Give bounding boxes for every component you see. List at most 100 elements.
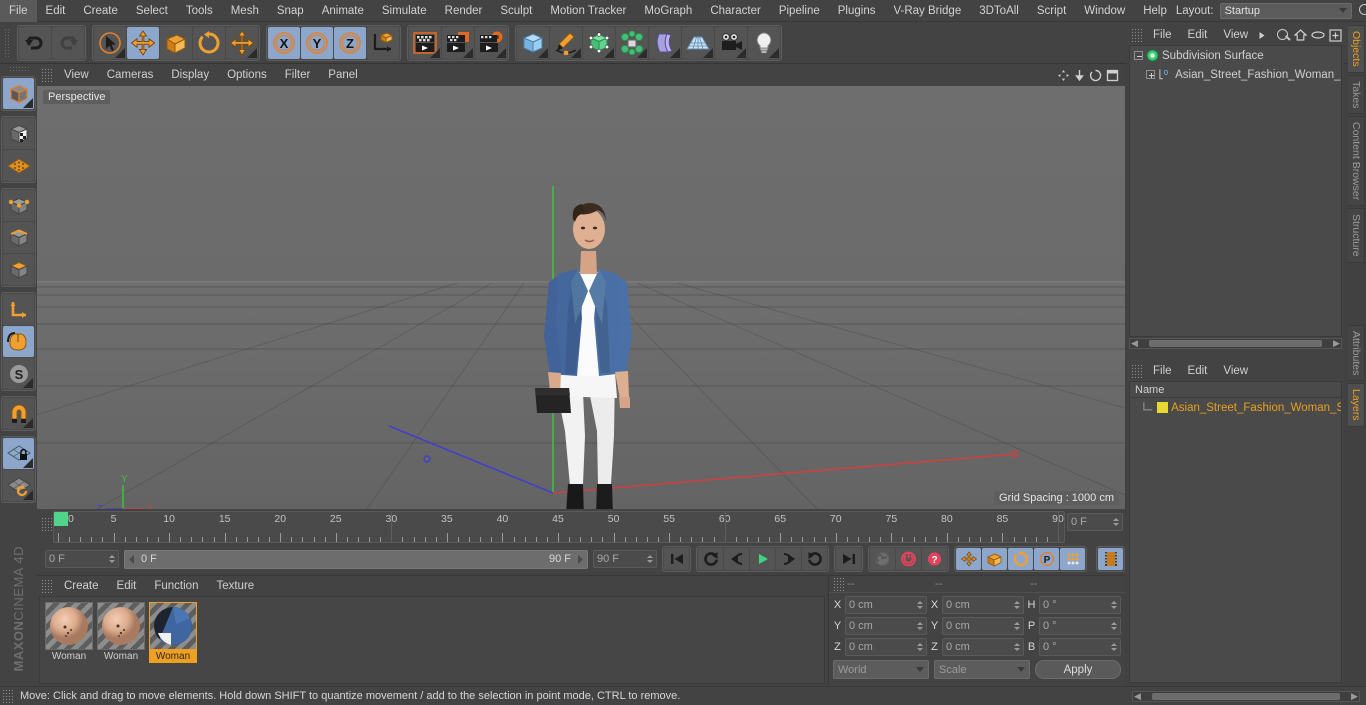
material-list[interactable]: Woman Woman Woman <box>39 596 825 684</box>
menu-item-script[interactable]: Script <box>1028 0 1075 22</box>
menu-item-snap[interactable]: Snap <box>268 0 313 22</box>
add-light-button[interactable] <box>748 26 780 59</box>
object-menu-view[interactable]: View <box>1215 25 1256 45</box>
texture-mode-button[interactable] <box>3 118 34 149</box>
maximize-view-icon[interactable] <box>1106 69 1119 82</box>
move-tool[interactable] <box>127 26 159 59</box>
menu-item-3dtoall[interactable]: 3DToAll <box>970 0 1028 22</box>
redo-button[interactable] <box>52 26 84 59</box>
menu-item-window[interactable]: Window <box>1075 0 1134 22</box>
add-nurbs-button[interactable] <box>583 26 615 59</box>
viewport-menu-options[interactable]: Options <box>218 64 276 86</box>
spinner-icon[interactable] <box>1110 620 1117 632</box>
spinner-icon[interactable] <box>916 599 923 611</box>
add-spline-button[interactable] <box>550 26 582 59</box>
menu-item-render[interactable]: Render <box>436 0 492 22</box>
layer-menu-file[interactable]: File <box>1145 361 1180 381</box>
menu-item-edit[interactable]: Edit <box>37 0 75 22</box>
status-scrollbar[interactable]: ◀ ▶ <box>1132 690 1360 702</box>
range-right-handle[interactable] <box>575 554 585 565</box>
lock-x-axis[interactable]: X <box>268 26 300 59</box>
scale-tool[interactable] <box>160 26 192 59</box>
object-manager-hscrollbar[interactable]: ◀ ▶ <box>1129 338 1342 349</box>
spinner-icon[interactable] <box>1013 599 1020 611</box>
loop-button[interactable] <box>802 548 827 570</box>
key-position-button[interactable] <box>956 548 981 570</box>
make-editable-button[interactable] <box>3 78 34 109</box>
viewport-menu-filter[interactable]: Filter <box>276 64 320 86</box>
play-backwards-button[interactable] <box>698 548 723 570</box>
render-settings-button[interactable] <box>475 26 507 59</box>
key-parameter-button[interactable]: P <box>1034 548 1059 570</box>
material-menu-function[interactable]: Function <box>145 576 207 596</box>
position-z-field[interactable]: 0 cm <box>845 637 927 656</box>
menu-item-character[interactable]: Character <box>701 0 770 22</box>
rotation-b-field[interactable]: 0 ° <box>1039 637 1121 656</box>
side-tab-content-browser[interactable]: Content Browser <box>1348 116 1365 207</box>
key-point-level-button[interactable] <box>1060 548 1085 570</box>
play-forwards-button[interactable] <box>750 548 775 570</box>
side-tab-attributes[interactable]: Attributes <box>1348 324 1365 382</box>
viewport-menu-cameras[interactable]: Cameras <box>98 64 163 86</box>
scrollbar-thumb[interactable] <box>1149 340 1322 347</box>
scroll-right-arrow-icon[interactable]: ▶ <box>1350 691 1359 701</box>
viewport-menu-panel[interactable]: Panel <box>319 64 366 86</box>
axis-modify-button[interactable] <box>3 294 34 325</box>
object-tree-item-asian-street-fashion-woman[interactable]: 0 Asian_Street_Fashion_Woman_St <box>1130 65 1341 84</box>
apply-button[interactable]: Apply <box>1035 660 1121 679</box>
menu-item-mograph[interactable]: MoGraph <box>635 0 701 22</box>
spinner-icon[interactable] <box>1013 620 1020 632</box>
enable-axis-button[interactable] <box>3 326 34 357</box>
material-thumbnail[interactable] <box>97 602 145 650</box>
polygons-mode-button[interactable] <box>3 254 34 285</box>
add-floor-button[interactable] <box>682 26 714 59</box>
material-item[interactable]: Woman <box>45 602 93 678</box>
side-tab-layers[interactable]: Layers <box>1348 383 1365 427</box>
edges-mode-button[interactable] <box>3 222 34 253</box>
viewport-menu-display[interactable]: Display <box>162 64 218 86</box>
record-question-button[interactable]: ? <box>922 548 947 570</box>
open-timeline-button[interactable] <box>1098 548 1123 570</box>
spinner-icon[interactable] <box>108 553 115 565</box>
frame-icon[interactable] <box>1329 28 1342 42</box>
scrollbar-thumb[interactable] <box>1152 692 1340 700</box>
spinner-icon[interactable] <box>1013 641 1020 653</box>
menu-item-select[interactable]: Select <box>127 0 177 22</box>
material-menu-edit[interactable]: Edit <box>108 576 146 596</box>
timeline-range-bar[interactable]: 0 F 90 F <box>124 549 588 569</box>
coordinate-mode-dropdown[interactable]: Scale <box>934 660 1030 679</box>
material-item[interactable]: Woman <box>97 602 145 678</box>
live-selection-tool[interactable] <box>94 26 126 59</box>
viewport-menu-view[interactable]: View <box>55 64 98 86</box>
timeline-frame-field[interactable]: 0 F <box>1067 513 1123 531</box>
size-y-field[interactable]: 0 cm <box>942 616 1024 635</box>
status-bar-drag-handle[interactable] <box>2 689 13 703</box>
autokey-button[interactable] <box>870 548 895 570</box>
search-icon[interactable] <box>1358 3 1366 19</box>
spinner-icon[interactable] <box>916 620 923 632</box>
scroll-right-arrow-icon[interactable]: ▶ <box>1332 339 1341 348</box>
world-object-coordinates[interactable] <box>367 26 399 59</box>
menu-item-vray-bridge[interactable]: V-Ray Bridge <box>884 0 970 22</box>
scroll-left-arrow-icon[interactable]: ◀ <box>1133 691 1142 701</box>
material-thumbnail[interactable] <box>45 602 93 650</box>
move-axis-tool[interactable] <box>226 26 258 59</box>
step-back-button[interactable] <box>724 548 749 570</box>
lock-workplane-button[interactable] <box>3 438 34 469</box>
render-view-button[interactable] <box>409 26 441 59</box>
end-frame-field[interactable]: 90 F <box>593 550 657 568</box>
uv-mesh-mode-button[interactable] <box>3 150 34 181</box>
object-menu-file[interactable]: File <box>1145 25 1180 45</box>
toolbar-drag-handle[interactable] <box>4 27 11 58</box>
search-icon[interactable] <box>1276 28 1290 42</box>
points-mode-button[interactable] <box>3 190 34 221</box>
render-to-picture-viewer-button[interactable] <box>442 26 474 59</box>
lock-y-axis[interactable]: Y <box>301 26 333 59</box>
object-tree-item-subdivision-surface[interactable]: Subdivision Surface <box>1130 46 1341 65</box>
rotation-h-field[interactable]: 0 ° <box>1039 595 1121 614</box>
viewport-drag-handle[interactable] <box>41 68 52 82</box>
material-manager-drag-handle[interactable] <box>41 579 52 593</box>
layer-manager-drag-handle[interactable] <box>1131 364 1142 378</box>
material-menu-create[interactable]: Create <box>55 576 108 596</box>
spinner-icon[interactable] <box>916 641 923 653</box>
